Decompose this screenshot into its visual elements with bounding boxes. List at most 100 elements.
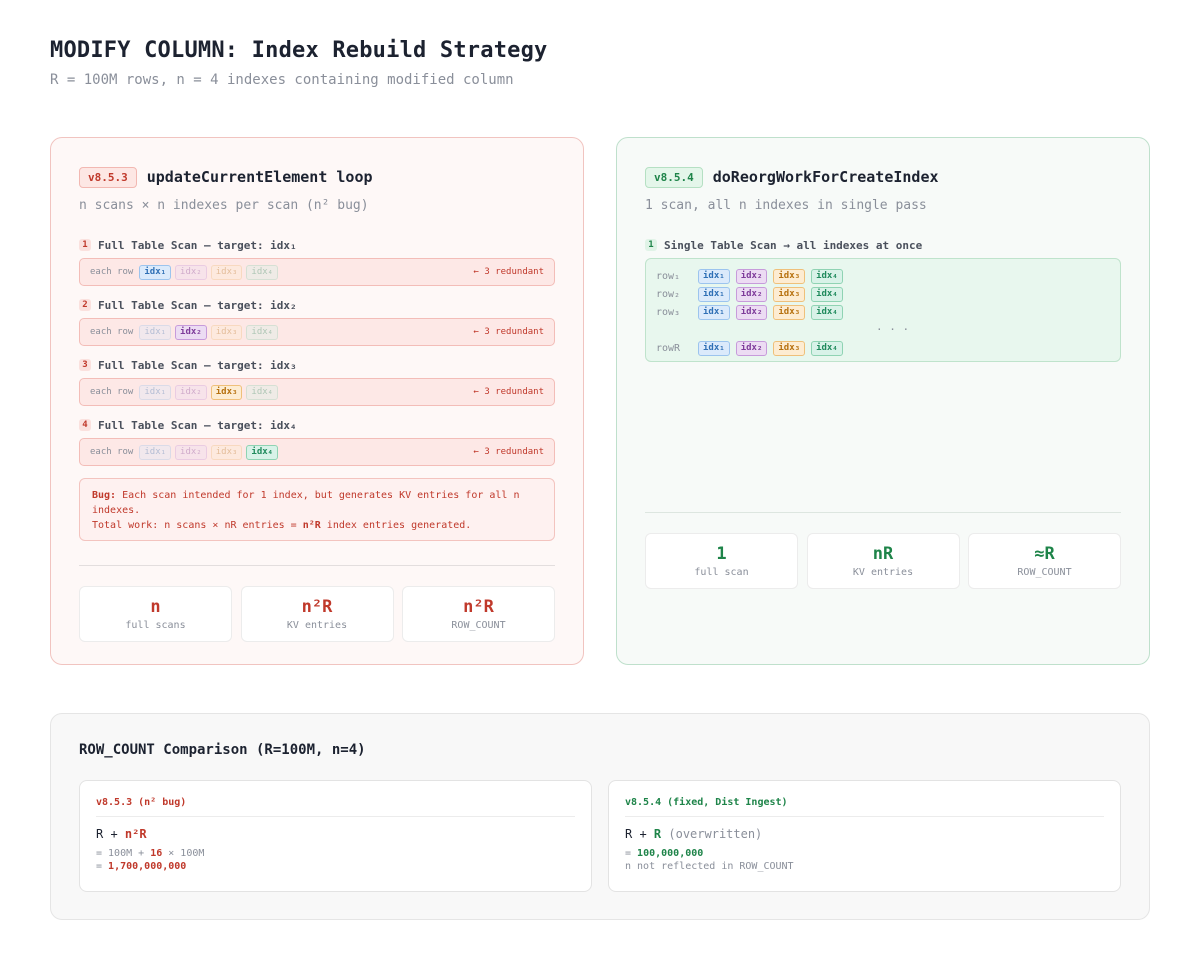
scan-list: 1 Single Table Scan → all indexes at onc… <box>645 238 1121 362</box>
bug-line2-bold: n²R <box>302 520 321 531</box>
scan-row: each row idx₁ idx₂ idx₃ idx₄ ← 3 redunda… <box>79 258 555 286</box>
redundant-note: ← 3 redundant <box>473 387 544 397</box>
bug-line1: Each scan intended for 1 index, but gene… <box>92 490 520 516</box>
scan-label: 3 Full Table Scan — target: idx₃ <box>79 358 555 372</box>
stat-card: n²R KV entries <box>240 586 394 642</box>
row-label: each row <box>90 267 134 277</box>
panel-title: updateCurrentElement loop <box>146 168 373 186</box>
card-heading: v8.5.4 (fixed, Dist Ingest) <box>625 797 1104 817</box>
calc1-bold: 16 <box>150 848 163 859</box>
scan-block-4: 4 Full Table Scan — target: idx₄ each ro… <box>79 418 555 466</box>
row-entry: row₂ idx₁ idx₂ idx₃ idx₄ <box>656 285 1110 303</box>
idx4-chip: idx₄ <box>811 268 843 284</box>
idx1-chip: idx₁ <box>698 340 730 356</box>
stat-value: n²R <box>463 597 494 617</box>
scan-number: 4 <box>79 419 91 431</box>
stat-label: ROW_COUNT <box>451 620 506 631</box>
v854-comparison-card: v8.5.4 (fixed, Dist Ingest) R + R (overw… <box>608 780 1121 892</box>
panel-description: n scans × n indexes per scan (n² bug) <box>79 198 369 213</box>
idx2-chip: idx₂ <box>735 340 768 356</box>
redundant-note: ← 3 redundant <box>473 267 544 277</box>
idx2-chip: idx₂ <box>735 268 768 284</box>
idx3-chip: idx₃ <box>210 264 243 280</box>
calculation: = 100,000,000 n not reflected in ROW_COU… <box>625 847 1104 873</box>
scan-row: each row idx₁ idx₂ idx₃ idx₄ ← 3 redunda… <box>79 318 555 346</box>
comparison-title: ROW_COUNT Comparison (R=100M, n=4) <box>79 742 366 758</box>
row-label: each row <box>90 447 134 457</box>
row-entry: row₁ idx₁ idx₂ idx₃ idx₄ <box>656 267 1110 285</box>
formula-c: (overwritten) <box>661 827 763 841</box>
idx2-chip: idx₂ <box>735 286 768 302</box>
v853-comparison-card: v8.5.3 (n² bug) R + n²R = 100M + 16 × 10… <box>79 780 592 892</box>
idx3-chip: idx₃ <box>210 384 243 400</box>
idx1-chip: idx₁ <box>698 304 730 320</box>
calc2-bold: 1,700,000,000 <box>108 861 187 872</box>
v853-panel: v8.5.3 updateCurrentElement loop n scans… <box>50 137 584 665</box>
idx3-chip: idx₃ <box>773 286 806 302</box>
idx4-chip: idx₄ <box>811 304 843 320</box>
bug-line2-post: index entries generated. <box>320 520 472 531</box>
row-label: each row <box>90 387 134 397</box>
stat-label: full scans <box>125 620 186 631</box>
calculation: = 100M + 16 × 100M = 1,700,000,000 <box>96 847 575 873</box>
bug-prefix: Bug: <box>92 490 117 501</box>
divider <box>79 565 555 566</box>
card-heading: v8.5.3 (n² bug) <box>96 797 575 817</box>
scan-label-text: Full Table Scan — target: idx₂ <box>98 298 297 312</box>
comparison-columns: v8.5.3 (n² bug) R + n²R = 100M + 16 × 10… <box>79 780 1121 892</box>
idx4-chip: idx₄ <box>246 324 279 340</box>
calc1-bold: 100,000,000 <box>637 848 704 859</box>
idx4-chip: idx₄ <box>246 384 279 400</box>
stats-row: 1 full scan nR KV entries ≈R ROW_COUNT <box>645 533 1121 589</box>
idx4-chip: idx₄ <box>811 286 843 302</box>
redundant-note: ← 3 redundant <box>473 327 544 337</box>
panel-title: doReorgWorkForCreateIndex <box>712 168 939 186</box>
formula-b: n²R <box>124 827 147 841</box>
row-count-comparison: ROW_COUNT Comparison (R=100M, n=4) v8.5.… <box>50 713 1150 920</box>
idx1-chip: idx₁ <box>698 268 730 284</box>
scan-number: 2 <box>79 299 91 311</box>
idx3-chip: idx₃ <box>210 444 243 460</box>
idx3-chip: idx₃ <box>773 304 806 320</box>
v854-panel: v8.5.4 doReorgWorkForCreateIndex 1 scan,… <box>616 137 1150 665</box>
stat-label: KV entries <box>852 567 914 578</box>
stat-value: ≈R <box>1034 544 1055 564</box>
formula: R + R (overwritten) <box>625 827 1104 841</box>
scan-list: 1 Full Table Scan — target: idx₁ each ro… <box>79 238 555 466</box>
stat-label: full scan <box>694 567 749 578</box>
formula: R + n²R <box>96 827 575 841</box>
scan-label: 1 Full Table Scan — target: idx₁ <box>79 238 555 252</box>
bug-line2-pre: Total work: n scans × nR entries = <box>92 520 303 531</box>
formula-a: R + <box>625 827 654 841</box>
stat-label: KV entries <box>286 620 348 631</box>
idx2-chip: idx₂ <box>175 384 207 400</box>
row-label: row₁ <box>656 270 681 282</box>
single-scan-box: row₁ idx₁ idx₂ idx₃ idx₄ row₂ idx₁ idx₂ … <box>645 258 1121 362</box>
stat-card: n full scans <box>79 586 232 642</box>
scan-number: 1 <box>79 239 91 251</box>
scan-row: each row idx₁ idx₂ idx₃ idx₄ ← 3 redunda… <box>79 378 555 406</box>
redundant-note: ← 3 redundant <box>473 447 544 457</box>
idx1-chip: idx₁ <box>139 384 172 400</box>
idx4-chip: idx₄ <box>246 264 279 280</box>
version-badge: v8.5.3 <box>79 166 137 188</box>
scan-label: 1 Single Table Scan → all indexes at onc… <box>645 238 1121 252</box>
bug-callout: Bug: Each scan intended for 1 index, but… <box>79 478 555 541</box>
idx1-chip: idx₁ <box>139 324 172 340</box>
scan-label-text: Full Table Scan — target: idx₃ <box>98 358 297 372</box>
page-subtitle: R = 100M rows, n = 4 indexes containing … <box>50 72 514 88</box>
formula-a: R + <box>96 827 125 841</box>
idx2-chip: idx₂ <box>175 444 207 460</box>
idx4-chip: idx₄ <box>811 340 843 356</box>
calc1-pre: = <box>625 848 638 859</box>
calc2-pre: = <box>96 861 109 872</box>
calc2: n not reflected in ROW_COUNT <box>625 861 794 872</box>
ellipsis: · · · <box>876 323 910 336</box>
v854-panel-header: v8.5.4 doReorgWorkForCreateIndex <box>645 166 1121 188</box>
row-label: each row <box>90 327 134 337</box>
row-label: rowR <box>656 342 681 354</box>
page-title: MODIFY COLUMN: Index Rebuild Strategy <box>50 38 548 63</box>
stats-row: n full scans n²R KV entries n²R ROW_COUN… <box>79 586 555 642</box>
stat-card: ≈R ROW_COUNT <box>968 533 1121 589</box>
row-label: row₂ <box>656 288 681 300</box>
